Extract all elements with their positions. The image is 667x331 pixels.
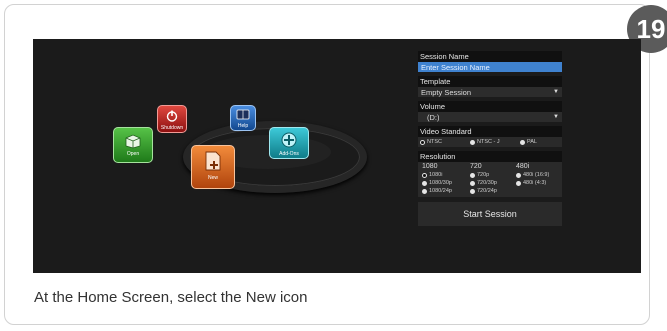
radio-1080i-label: 1080i: [429, 172, 443, 178]
addons-label: Add-Ons: [279, 151, 299, 157]
radio-dot: [470, 188, 475, 194]
open-tile[interactable]: Open: [113, 127, 153, 163]
radio-720-24p[interactable]: 720/24p: [470, 188, 510, 194]
caption-text: At the Home Screen, select the New icon: [34, 289, 308, 306]
radio-ntsc-j-label: NTSC - J: [477, 139, 500, 145]
radio-720-24p-label: 720/24p: [477, 188, 497, 194]
resolution-label: Resolution: [420, 152, 456, 161]
radio-dot: [520, 139, 525, 145]
radio-dot: [470, 139, 475, 145]
radio-dot: [470, 180, 475, 186]
session-panel: Session Name Enter Session Name Template…: [418, 51, 562, 226]
page-card: 19 Shutdown Help Open Add-Ons New Sessio…: [4, 4, 667, 325]
video-standard-label: Video Standard: [420, 127, 472, 136]
volume-section: Volume (D:) ▼: [418, 101, 562, 122]
open-box-icon: [125, 134, 141, 149]
radio-480i-4-3-label: 480i (4:3): [523, 180, 547, 186]
radio-480i-16-9[interactable]: 480i (16:9): [516, 172, 558, 178]
volume-dropdown[interactable]: (D:) ▼: [418, 112, 562, 122]
res-header-480i: 480i: [516, 163, 530, 170]
radio-dot: [470, 172, 475, 178]
video-standard-options: NTSC NTSC - J PAL: [418, 137, 562, 147]
res-header-1080: 1080: [422, 163, 438, 170]
addons-icon: [281, 132, 297, 148]
volume-label: Volume: [420, 102, 446, 111]
radio-dot: [516, 180, 521, 186]
open-label: Open: [126, 151, 140, 157]
session-name-input[interactable]: Enter Session Name: [418, 62, 562, 72]
resolution-section: Resolution 1080 720 480i 1080i 720p 480i…: [418, 151, 562, 197]
chevron-down-icon: ▼: [553, 114, 559, 120]
radio-pal[interactable]: PAL: [520, 139, 537, 145]
help-label: Help: [237, 123, 249, 129]
radio-ntsc-j[interactable]: NTSC - J: [470, 139, 514, 145]
radio-ntsc-label: NTSC: [427, 139, 442, 145]
radio-dot: [422, 188, 427, 194]
res-empty-cell: [516, 188, 564, 194]
res-header-720: 720: [470, 163, 482, 170]
radio-720-30p[interactable]: 720/30p: [470, 180, 510, 186]
radio-480i-16-9-label: 480i (16:9): [523, 172, 550, 178]
new-document-icon: [205, 151, 221, 171]
template-dropdown[interactable]: Empty Session ▼: [418, 87, 562, 97]
shutdown-label: Shutdown: [160, 125, 184, 131]
power-icon: [166, 110, 178, 122]
new-tile[interactable]: New: [191, 145, 235, 189]
volume-value: (D:): [427, 112, 440, 122]
help-book-icon: [236, 109, 250, 120]
radio-1080i[interactable]: 1080i: [422, 172, 464, 178]
radio-720-30p-label: 720/30p: [477, 180, 497, 186]
session-name-label: Session Name: [420, 52, 469, 61]
radio-dot: [422, 172, 427, 178]
radio-1080-30p[interactable]: 1080/30p: [422, 180, 464, 186]
template-value: Empty Session: [421, 87, 472, 97]
session-name-section: Session Name Enter Session Name: [418, 51, 562, 72]
app-screen: Shutdown Help Open Add-Ons New Session N…: [33, 39, 641, 273]
help-tile[interactable]: Help: [230, 105, 256, 131]
radio-720p-label: 720p: [477, 172, 490, 178]
resolution-grid: 1080 720 480i 1080i 720p 480i (16:9) 108…: [418, 162, 562, 197]
radio-dot: [420, 139, 425, 145]
template-section: Template Empty Session ▼: [418, 76, 562, 97]
chevron-down-icon: ▼: [553, 89, 559, 95]
radio-1080-24p-label: 1080/24p: [429, 188, 452, 194]
radio-pal-label: PAL: [527, 139, 537, 145]
radio-720p[interactable]: 720p: [470, 172, 510, 178]
addons-tile[interactable]: Add-Ons: [269, 127, 309, 159]
radio-1080-30p-label: 1080/30p: [429, 180, 452, 186]
new-label: New: [207, 175, 218, 181]
video-standard-section: Video Standard NTSC NTSC - J PAL: [418, 126, 562, 147]
start-session-button[interactable]: Start Session: [418, 202, 562, 226]
radio-dot: [516, 172, 521, 178]
radio-1080-24p[interactable]: 1080/24p: [422, 188, 464, 194]
template-label: Template: [420, 77, 451, 86]
shutdown-tile[interactable]: Shutdown: [157, 105, 187, 133]
radio-ntsc[interactable]: NTSC: [420, 139, 464, 145]
radio-480i-4-3[interactable]: 480i (4:3): [516, 180, 558, 186]
radio-dot: [422, 180, 427, 186]
